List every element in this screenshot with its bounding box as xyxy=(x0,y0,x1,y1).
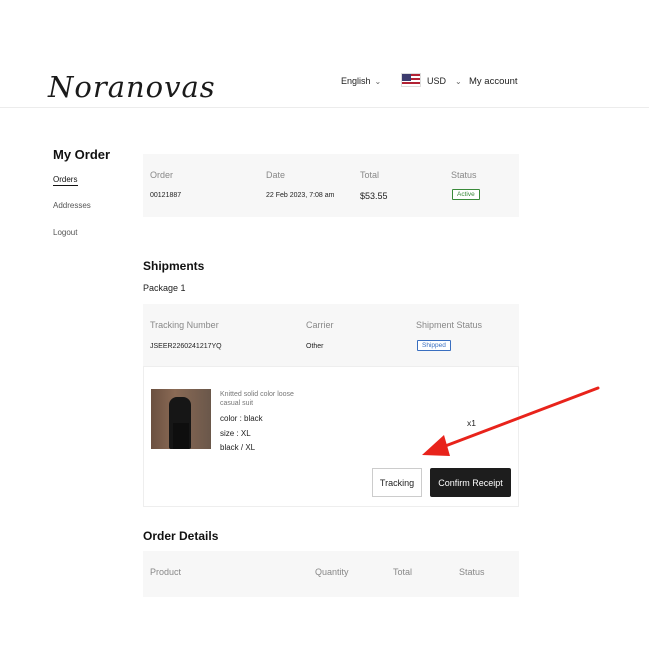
tracking-number-header: Tracking Number xyxy=(150,320,219,330)
currency-selector[interactable]: USD ⌄ xyxy=(427,76,462,86)
carrier-value: Other xyxy=(306,343,324,350)
order-total: $53.55 xyxy=(360,191,388,201)
brand-logo[interactable]: Noranovas xyxy=(48,70,216,104)
product-color: color : black xyxy=(220,414,263,423)
product-thumbnail[interactable] xyxy=(151,389,211,449)
tracking-number: JSEER2260241217YQ xyxy=(150,343,222,350)
product-name[interactable]: Knitted solid color loose casual suit xyxy=(220,390,310,408)
product-header: Product xyxy=(150,567,182,577)
date-header: Date xyxy=(266,170,286,180)
shipment-status-badge: Shipped xyxy=(417,340,451,351)
order-number: 00121887 xyxy=(150,192,182,199)
sidebar-item-addresses[interactable]: Addresses xyxy=(53,201,91,210)
language-label: English xyxy=(341,76,371,86)
carrier-header: Carrier xyxy=(306,320,334,330)
active-item-underline xyxy=(53,185,78,186)
order-date: 22 Feb 2023, 7:08 am xyxy=(266,192,335,199)
tracking-button[interactable]: Tracking xyxy=(372,468,422,497)
product-variant: black / XL xyxy=(220,443,256,452)
chevron-down-icon: ⌄ xyxy=(374,77,382,86)
chevron-down-icon: ⌄ xyxy=(455,77,462,86)
package-label: Package 1 xyxy=(143,283,186,293)
order-summary-panel xyxy=(143,154,519,217)
my-account-link[interactable]: My account xyxy=(469,76,518,87)
product-quantity: x1 xyxy=(467,418,476,428)
details-total-header: Total xyxy=(393,567,413,577)
status-badge: Active xyxy=(452,189,480,200)
order-details-title: Order Details xyxy=(143,529,219,543)
currency-label: USD xyxy=(427,76,447,86)
header-divider xyxy=(0,107,649,108)
total-header: Total xyxy=(360,170,380,180)
language-selector[interactable]: English ⌄ xyxy=(341,76,381,86)
status-header: Status xyxy=(451,170,477,180)
sidebar-item-logout[interactable]: Logout xyxy=(53,228,77,237)
confirm-receipt-button[interactable]: Confirm Receipt xyxy=(430,468,511,497)
sidebar-item-orders[interactable]: Orders xyxy=(53,175,77,184)
us-flag-icon[interactable] xyxy=(401,73,421,87)
product-size: size : XL xyxy=(220,429,251,438)
quantity-header: Quantity xyxy=(315,567,349,577)
order-header: Order xyxy=(150,170,174,180)
shipment-panel xyxy=(143,304,519,366)
shipment-status-header: Shipment Status xyxy=(416,320,483,330)
sidebar-title: My Order xyxy=(53,147,111,162)
shipments-title: Shipments xyxy=(143,259,205,273)
details-status-header: Status xyxy=(459,567,485,577)
